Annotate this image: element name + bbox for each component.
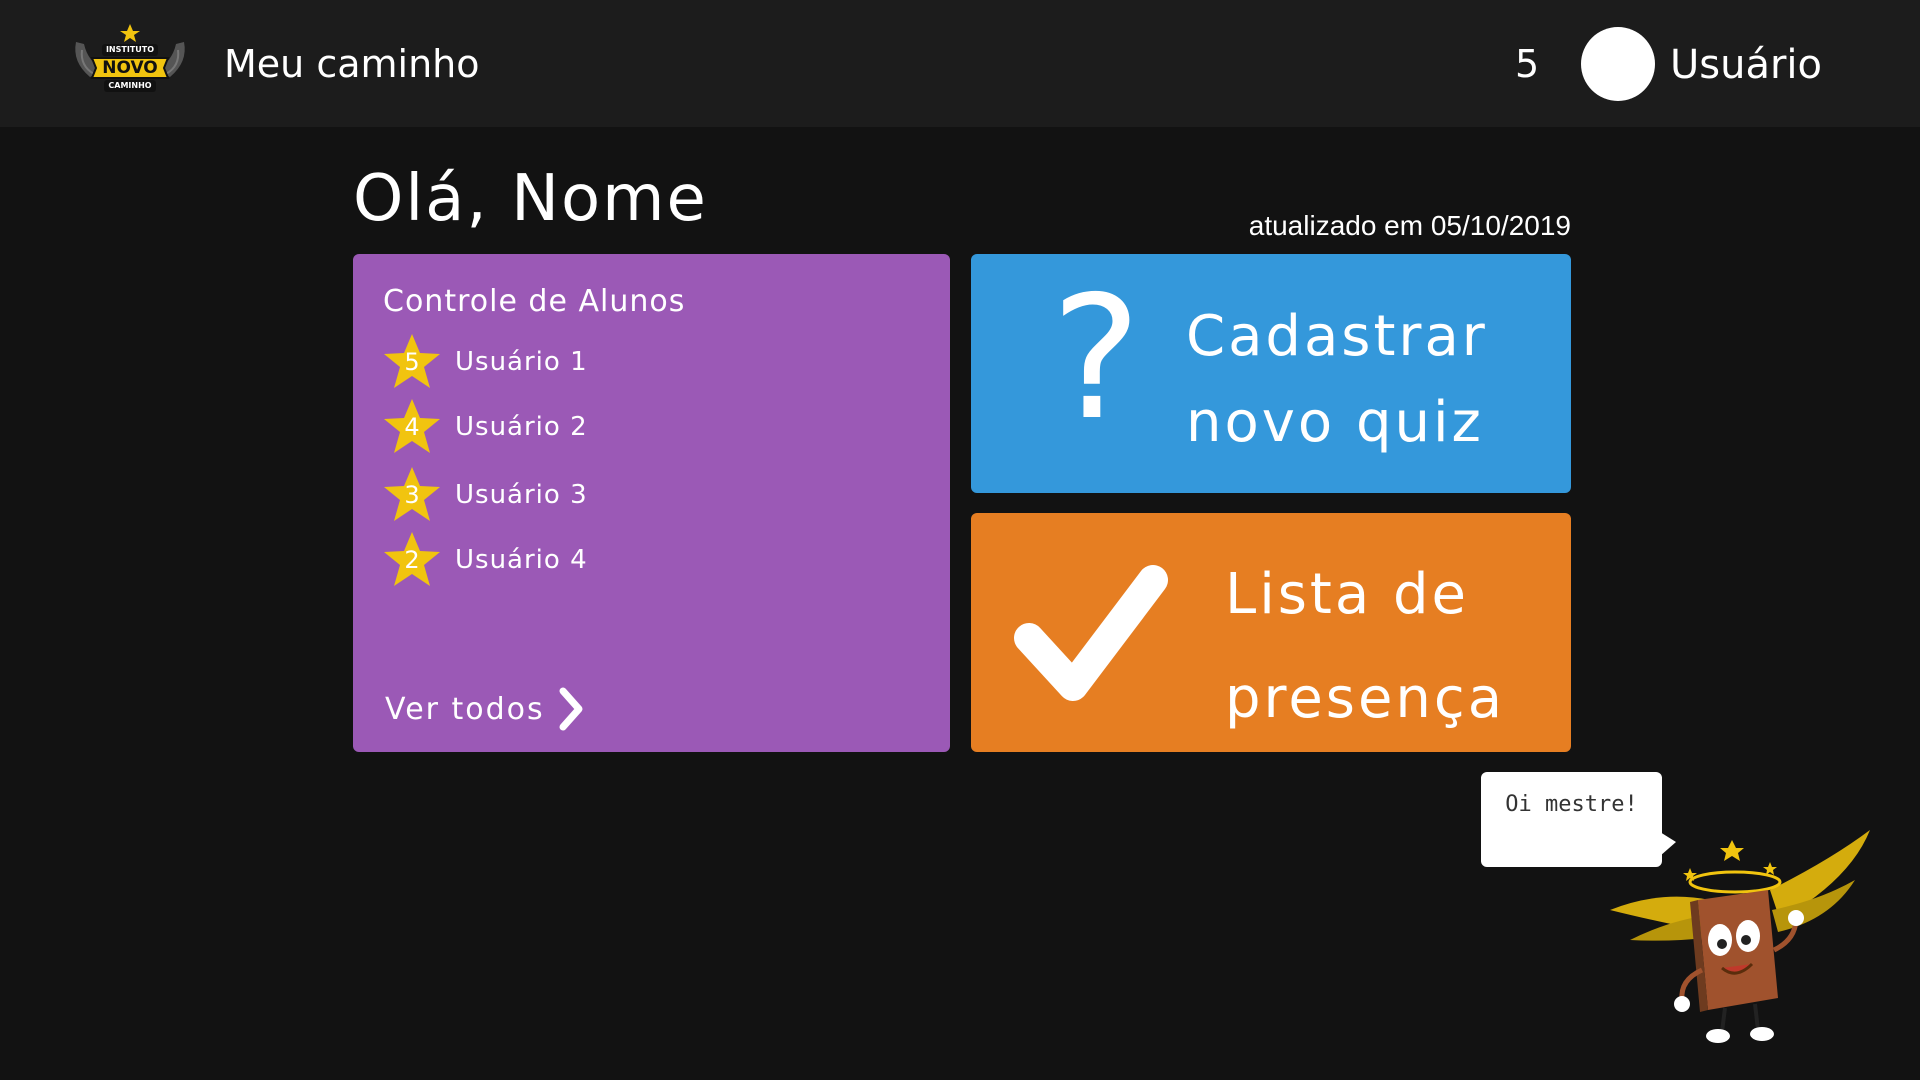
new-quiz-label-line1: Cadastrar bbox=[1186, 304, 1488, 369]
attendance-label: Lista de presença bbox=[1225, 543, 1505, 751]
checkmark-icon bbox=[1014, 565, 1168, 701]
logo-text-bottom: CAMINHO bbox=[108, 81, 152, 90]
star-count: 5 bbox=[404, 348, 420, 376]
attendance-label-line2: presença bbox=[1225, 666, 1506, 731]
chevron-right-icon bbox=[559, 687, 583, 731]
students-control-card: Controle de Alunos 5 Usuário 1 4 Usuário… bbox=[353, 254, 950, 752]
student-name: Usuário 1 bbox=[455, 347, 588, 377]
see-all-label: Ver todos bbox=[385, 691, 545, 727]
coin-count: 5 bbox=[1515, 42, 1540, 86]
new-quiz-button[interactable]: ? Cadastrar novo quiz bbox=[971, 254, 1571, 493]
student-list-item[interactable]: 3 Usuário 3 bbox=[381, 465, 781, 525]
institute-logo[interactable]: INSTITUTO NOVO CAMINHO bbox=[70, 22, 190, 104]
star-count: 2 bbox=[404, 546, 420, 574]
last-updated-text: atualizado em 05/10/2019 bbox=[1248, 210, 1571, 241]
new-quiz-label: Cadastrar novo quiz bbox=[1186, 294, 1488, 466]
top-bar: INSTITUTO NOVO CAMINHO Meu caminho 5 Usu… bbox=[0, 0, 1920, 127]
attendance-label-line1: Lista de bbox=[1225, 562, 1470, 627]
avatar[interactable] bbox=[1581, 27, 1655, 101]
new-quiz-label-line2: novo quiz bbox=[1186, 390, 1484, 455]
student-name: Usuário 3 bbox=[455, 480, 588, 510]
book-mascot-image bbox=[1600, 820, 1880, 1050]
see-all-link[interactable]: Ver todos bbox=[385, 684, 583, 734]
star-count: 3 bbox=[404, 481, 420, 509]
logo-text-main: NOVO bbox=[102, 58, 158, 78]
student-list-item[interactable]: 5 Usuário 1 bbox=[381, 332, 781, 392]
star-count: 4 bbox=[404, 413, 420, 441]
star-badge: 4 bbox=[381, 397, 443, 457]
star-badge: 3 bbox=[381, 465, 443, 525]
mascot-speech-text: Oi mestre! bbox=[1505, 792, 1638, 817]
student-name: Usuário 2 bbox=[455, 412, 588, 442]
user-name[interactable]: Usuário bbox=[1670, 42, 1822, 88]
star-badge: 5 bbox=[381, 332, 443, 392]
app-title: Meu caminho bbox=[224, 42, 480, 86]
logo-text-top: INSTITUTO bbox=[105, 45, 155, 54]
star-badge: 2 bbox=[381, 530, 443, 590]
question-mark-icon: ? bbox=[1051, 260, 1142, 458]
student-list-item[interactable]: 4 Usuário 2 bbox=[381, 397, 781, 457]
student-list-item[interactable]: 2 Usuário 4 bbox=[381, 530, 781, 590]
student-name: Usuário 4 bbox=[455, 545, 588, 575]
greeting-heading: Olá, Nome bbox=[353, 162, 708, 236]
attendance-list-button[interactable]: Lista de presença bbox=[971, 513, 1571, 752]
students-card-title: Controle de Alunos bbox=[383, 284, 686, 319]
